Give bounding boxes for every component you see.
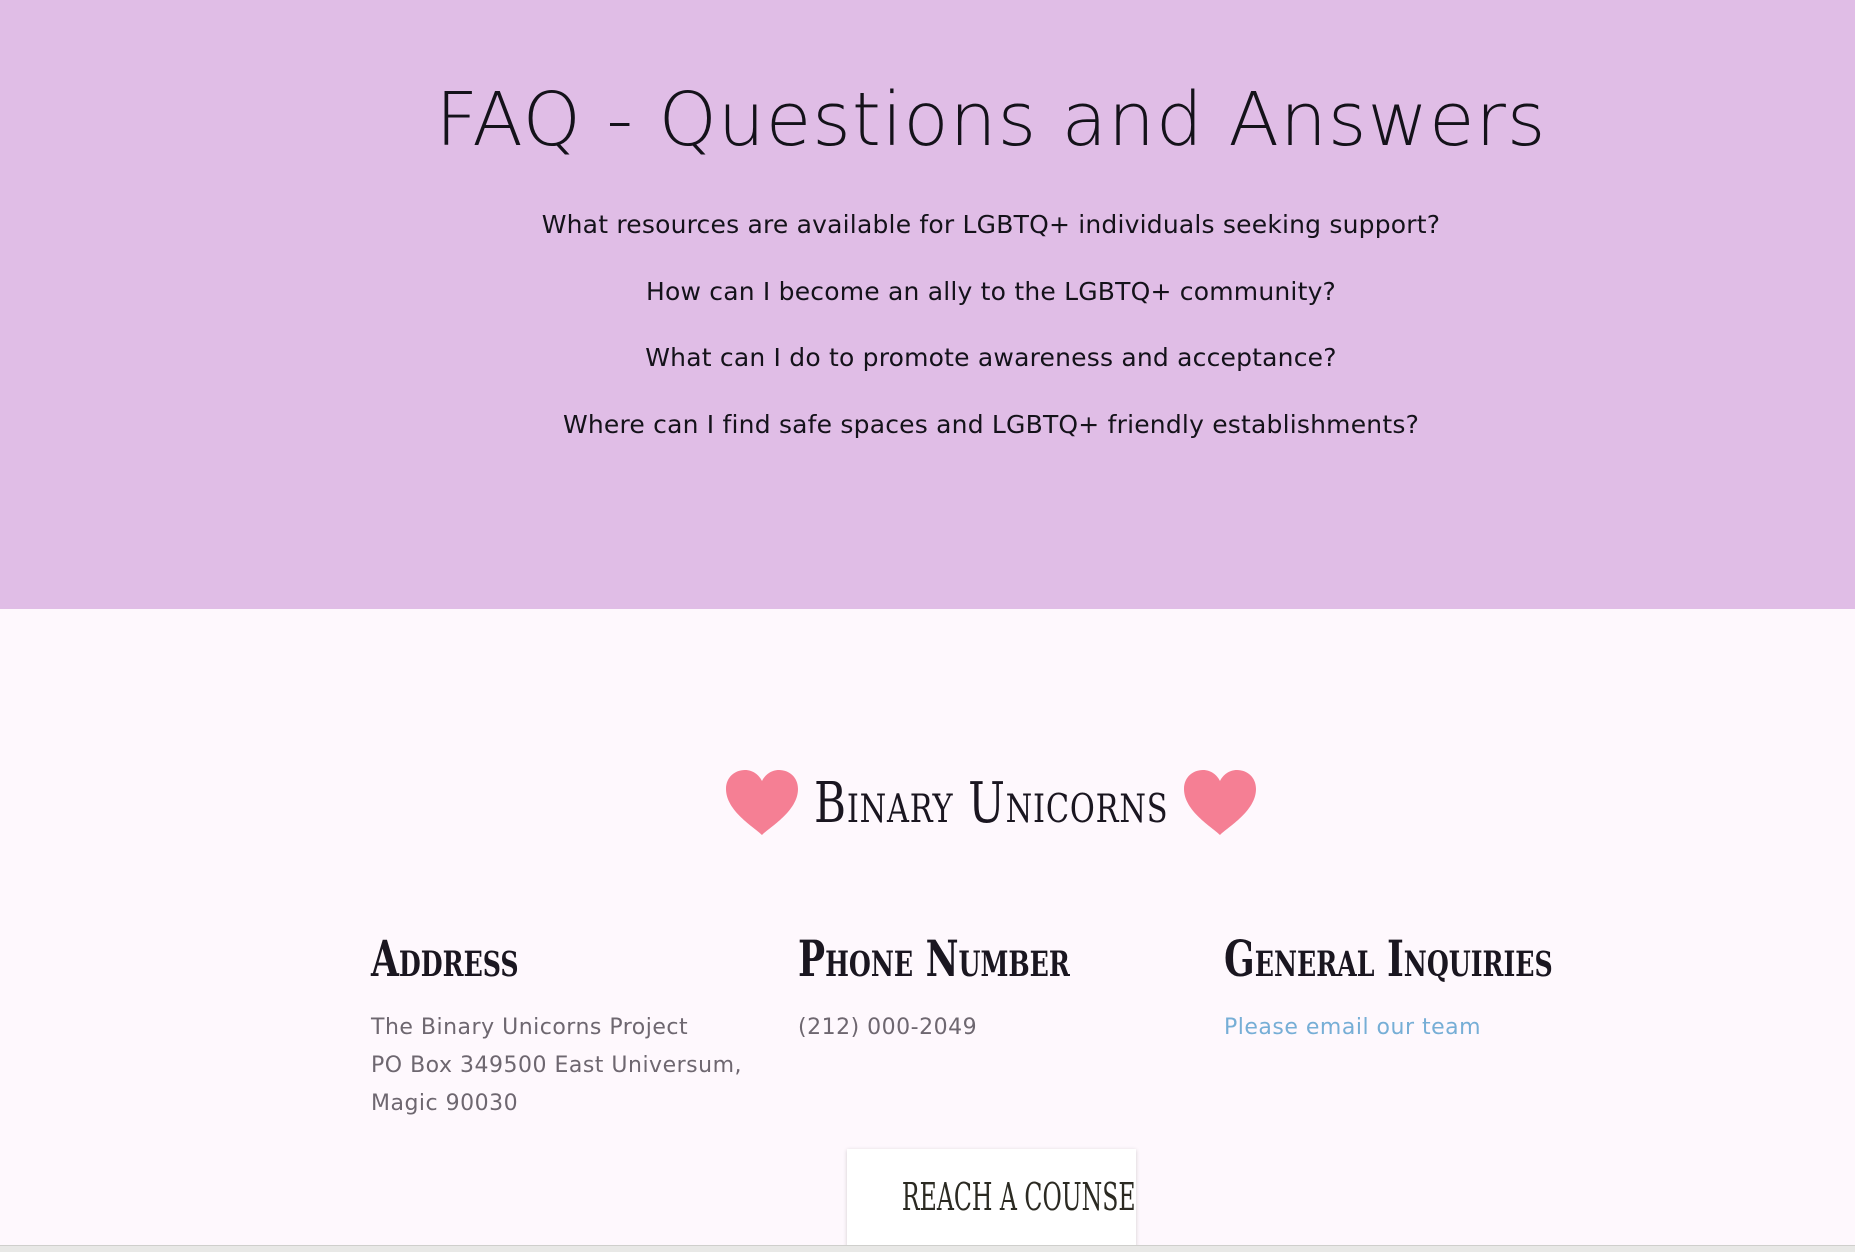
faq-list: What resources are available for LGBTQ+ … (0, 200, 1855, 466)
inquiries-column: General Inquiries Please email our team (1224, 929, 1624, 1047)
faq-question[interactable]: Where can I find safe spaces and LGBTQ+ … (0, 400, 1855, 467)
phone-heading: Phone Number (798, 929, 1070, 988)
faq-section: FAQ - Questions and Answers What resourc… (0, 0, 1855, 609)
brand-logo: Binary Unicorns (0, 769, 1855, 837)
faq-question[interactable]: How can I become an ally to the LGBTQ+ c… (0, 267, 1855, 334)
phone-number: (212) 000-2049 (798, 1015, 978, 1040)
reach-counselor-label: REACH A COUNSELOR (901, 1174, 1136, 1219)
address-column: Address The Binary Unicorns Project PO B… (371, 929, 771, 1123)
address-line: Magic 90030 (371, 1091, 519, 1116)
inquiries-text: Please email our team (1224, 1009, 1624, 1047)
phone-column: Phone Number (212) 000-2049 (798, 929, 1198, 1047)
faq-title: FAQ - Questions and Answers (435, 77, 1547, 163)
heart-icon (725, 770, 798, 835)
email-team-link[interactable]: Please email our team (1224, 1015, 1481, 1040)
brand-name: Binary Unicorns (813, 770, 1169, 836)
address-line: PO Box 349500 East Universum, (371, 1053, 742, 1078)
faq-question[interactable]: What can I do to promote awareness and a… (0, 333, 1855, 400)
faq-question[interactable]: What resources are available for LGBTQ+ … (0, 200, 1855, 267)
phone-text: (212) 000-2049 (798, 1009, 1198, 1047)
reach-counselor-button[interactable]: REACH A COUNSELOR (847, 1149, 1136, 1252)
address-heading: Address (371, 929, 519, 988)
address-text: The Binary Unicorns Project PO Box 34950… (371, 1009, 771, 1123)
inquiries-heading: General Inquiries (1224, 929, 1553, 988)
horizontal-scrollbar[interactable] (0, 1245, 1855, 1252)
heart-icon (1184, 770, 1257, 835)
address-line: The Binary Unicorns Project (371, 1015, 689, 1040)
